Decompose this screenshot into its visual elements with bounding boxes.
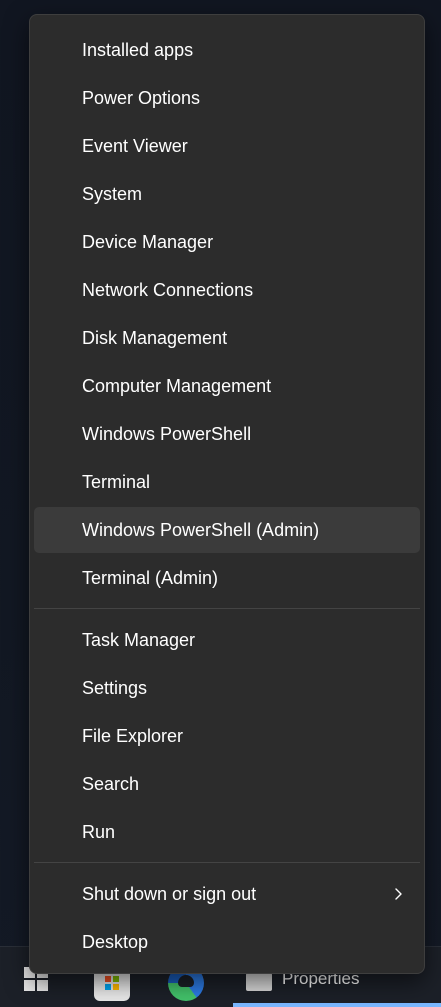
menu-item-disk-management[interactable]: Disk Management — [34, 315, 420, 361]
menu-item-windows-powershell[interactable]: Windows PowerShell — [34, 411, 420, 457]
menu-separator — [34, 608, 420, 609]
menu-item-run[interactable]: Run — [34, 809, 420, 855]
properties-window-icon[interactable] — [246, 973, 272, 991]
menu-item-power-options[interactable]: Power Options — [34, 75, 420, 121]
menu-item-installed-apps[interactable]: Installed apps — [34, 27, 420, 73]
menu-item-computer-management[interactable]: Computer Management — [34, 363, 420, 409]
menu-item-event-viewer[interactable]: Event Viewer — [34, 123, 420, 169]
menu-item-windows-powershell-admin[interactable]: Windows PowerShell (Admin) — [34, 507, 420, 553]
menu-item-file-explorer[interactable]: File Explorer — [34, 713, 420, 759]
menu-item-task-manager[interactable]: Task Manager — [34, 617, 420, 663]
winx-context-menu: Installed apps Power Options Event Viewe… — [29, 14, 425, 974]
menu-item-desktop[interactable]: Desktop — [34, 919, 420, 965]
menu-item-terminal-admin[interactable]: Terminal (Admin) — [34, 555, 420, 601]
chevron-right-icon — [395, 888, 402, 900]
active-window-indicator — [233, 1003, 441, 1007]
menu-item-device-manager[interactable]: Device Manager — [34, 219, 420, 265]
menu-item-system[interactable]: System — [34, 171, 420, 217]
menu-item-shut-down-label: Shut down or sign out — [82, 884, 257, 904]
menu-item-network-connections[interactable]: Network Connections — [34, 267, 420, 313]
menu-item-terminal[interactable]: Terminal — [34, 459, 420, 505]
menu-item-shut-down-or-sign-out[interactable]: Shut down or sign out — [34, 871, 420, 917]
menu-item-search[interactable]: Search — [34, 761, 420, 807]
menu-separator — [34, 862, 420, 863]
menu-item-settings[interactable]: Settings — [34, 665, 420, 711]
